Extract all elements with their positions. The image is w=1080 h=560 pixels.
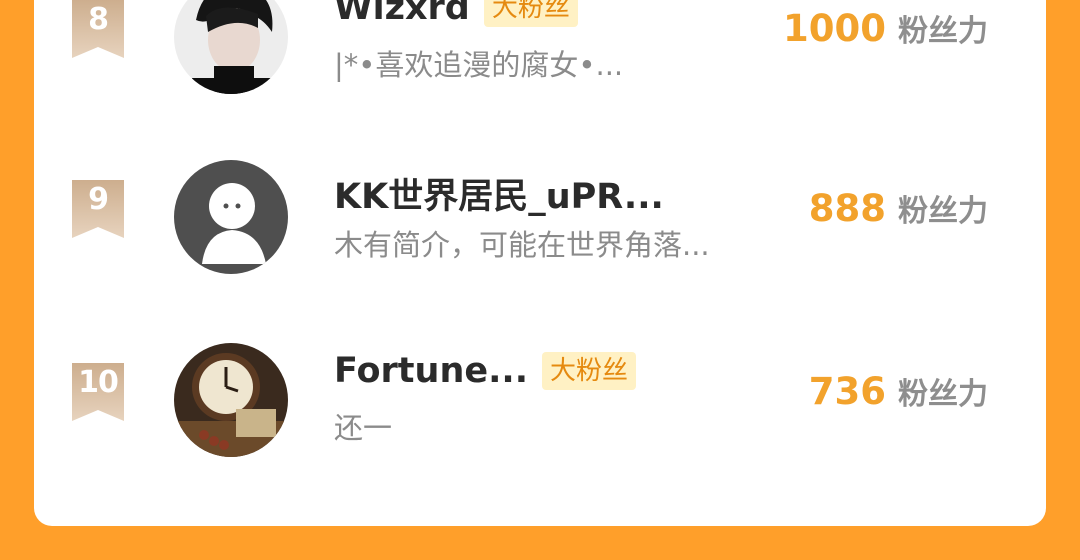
rank-number: 8 — [88, 2, 109, 37]
avatar[interactable] — [174, 343, 288, 457]
rank-ribbon-icon: 8 — [72, 0, 124, 58]
fan-power-unit: 粉丝力 — [898, 14, 988, 49]
rank-ribbon-icon: 9 — [72, 180, 124, 238]
leaderboard-page: 8 Wizxrd 大粉丝 |*•喜欢追漫的腐女•... 1000 粉丝力 9 K… — [0, 0, 1080, 560]
avatar[interactable] — [174, 160, 288, 274]
fan-power-unit: 粉丝力 — [898, 194, 988, 229]
fan-badge: 大粉丝 — [483, 0, 578, 27]
user-bio: |*•喜欢追漫的腐女•... — [334, 48, 624, 82]
fan-power-score: 1000 — [783, 7, 886, 50]
user-bio: 还一 — [334, 411, 393, 445]
fan-badge: 大粉丝 — [542, 352, 637, 390]
fan-power-unit: 粉丝力 — [898, 377, 988, 412]
leaderboard-row-8[interactable]: 8 Wizxrd 大粉丝 |*•喜欢追漫的腐女•... 1000 粉丝力 — [34, 0, 1046, 100]
rank-number: 10 — [78, 365, 119, 400]
leaderboard-row-9[interactable]: 9 KK世界居民_uPR... 木有简介，可能在世界角落... 888 粉丝力 — [34, 150, 1046, 280]
rank-ribbon-icon: 10 — [72, 363, 124, 421]
rank-number: 9 — [88, 182, 109, 217]
avatar[interactable] — [174, 0, 288, 94]
fan-power-score: 888 — [808, 187, 886, 230]
user-name[interactable]: Wizxrd — [334, 0, 470, 28]
user-bio: 木有简介，可能在世界角落... — [334, 228, 710, 262]
user-name[interactable]: KK世界居民_uPR... — [334, 168, 664, 219]
fan-power-score: 736 — [808, 370, 886, 413]
user-name[interactable]: Fortune... — [334, 351, 528, 391]
leaderboard-row-10[interactable]: 10 Fortune... 大粉丝 还一 736 粉丝力 — [34, 333, 1046, 463]
